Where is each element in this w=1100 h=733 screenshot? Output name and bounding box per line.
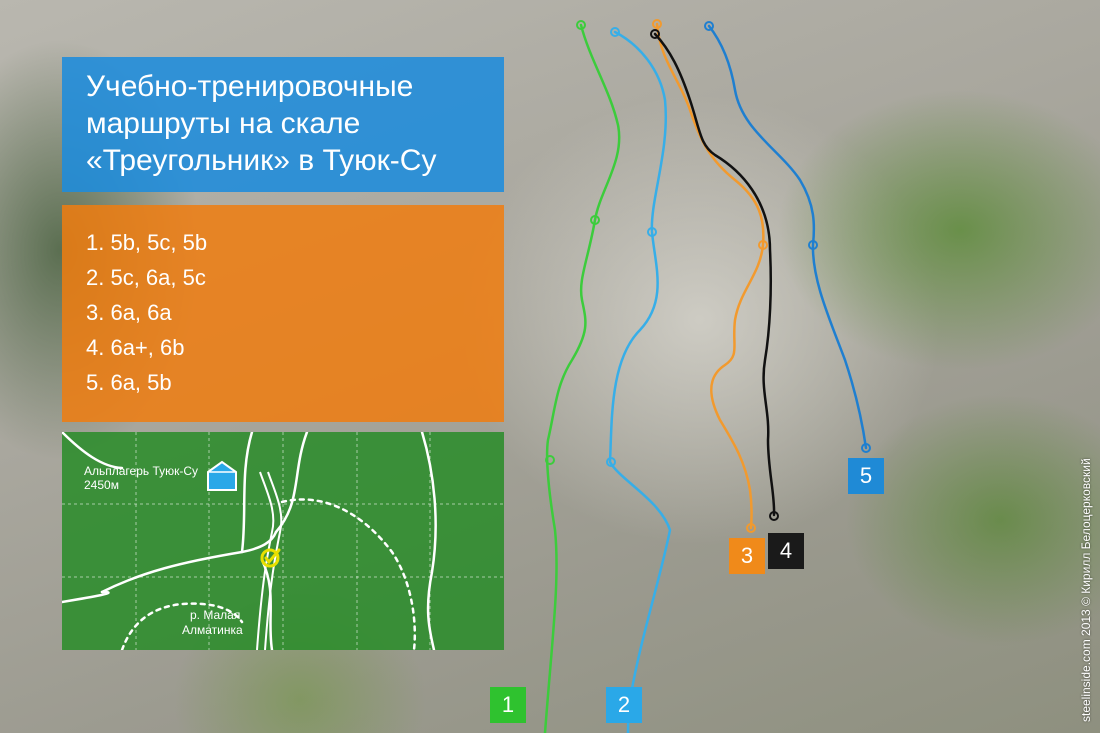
river-label-line-2: Алматинка [182, 623, 243, 637]
location-target-icon [260, 548, 281, 568]
map-road [240, 432, 254, 554]
grade-route-3: 3. 6a, 6a [86, 300, 172, 325]
grade-route-5: 5. 6a, 5b [86, 370, 172, 395]
route-4-line [653, 32, 776, 517]
route-anchor-points [545, 19, 871, 533]
grade-route-1: 1. 5b, 5c, 5b [86, 230, 208, 255]
title-line-1: Учебно-тренировочные [86, 70, 414, 103]
map-road [62, 590, 110, 604]
route-label-2: 2 [606, 687, 642, 723]
camp-altitude-label: 2450м [84, 478, 119, 492]
map-road [420, 432, 437, 650]
map-road [62, 432, 124, 470]
route-label-1: 1 [490, 687, 526, 723]
route-1-line [543, 23, 621, 733]
grades-panel: 1. 5b, 5c, 5b 2. 5c, 6a, 5c 3. 6a, 6a 4.… [62, 205, 504, 422]
route-label-4: 4 [768, 533, 804, 569]
location-map: Альплагерь Туюк-Су 2450м р. Малая Алмати… [62, 432, 504, 650]
route-label-3: 3 [729, 538, 765, 574]
route-5-line [707, 24, 868, 450]
river-label-line-1: р. Малая [190, 608, 241, 622]
house-icon [207, 460, 237, 491]
photo-credit: steelinside.com 2013 © Кирилл Белоцерков… [1079, 458, 1093, 722]
grade-route-2: 2. 5c, 6a, 5c [86, 265, 206, 290]
map-road [100, 530, 278, 594]
title-line-2: маршруты на скале [86, 107, 361, 140]
camp-label: Альплагерь Туюк-Су [84, 464, 199, 478]
map-trail [280, 498, 417, 650]
route-label-5: 5 [848, 458, 884, 494]
title-panel: Учебно-тренировочные маршруты на скале «… [62, 57, 504, 192]
title-line-3: «Треугольник» в Туюк-Су [86, 144, 437, 177]
grade-route-4: 4. 6a+, 6b [86, 335, 185, 360]
route-3-line [655, 22, 765, 530]
